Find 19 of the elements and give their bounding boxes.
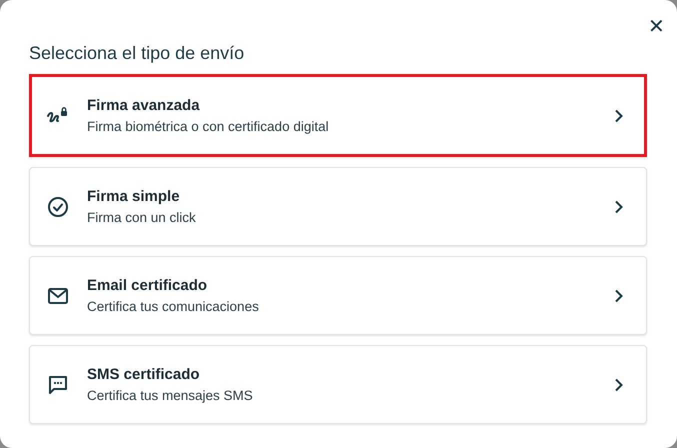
option-description: Certifica tus mensajes SMS [87,388,254,403]
check-circle-icon [46,194,70,218]
option-card[interactable]: Firma simple Firma con un click [29,167,647,246]
option-title: Firma simple [87,188,181,205]
option-card[interactable]: Firma avanzada Firma biométrica o con certificado digital [29,74,647,157]
option-description: Certifica tus comunicaciones [87,299,260,314]
chevron-right-icon [614,108,624,122]
option-description: Firma biométrica o con certificado digital [87,119,330,134]
option-title: Firma avanzada [87,97,201,114]
chevron-right-icon [614,288,624,302]
option-card[interactable]: SMS certificado Certifica tus mensajes SMS [29,345,647,424]
option-description: Firma con un click [87,210,197,225]
chevron-right-icon [614,200,624,214]
option-title: Email certificado [87,277,208,294]
option-card[interactable]: Email certificado Certifica tus comunicaciones [29,256,647,335]
chevron-right-icon [614,378,624,392]
close-button[interactable]: ✕ [644,14,669,40]
option-title: SMS certificado [87,366,201,383]
dialog-title: Selecciona el tipo de envío [29,42,246,64]
